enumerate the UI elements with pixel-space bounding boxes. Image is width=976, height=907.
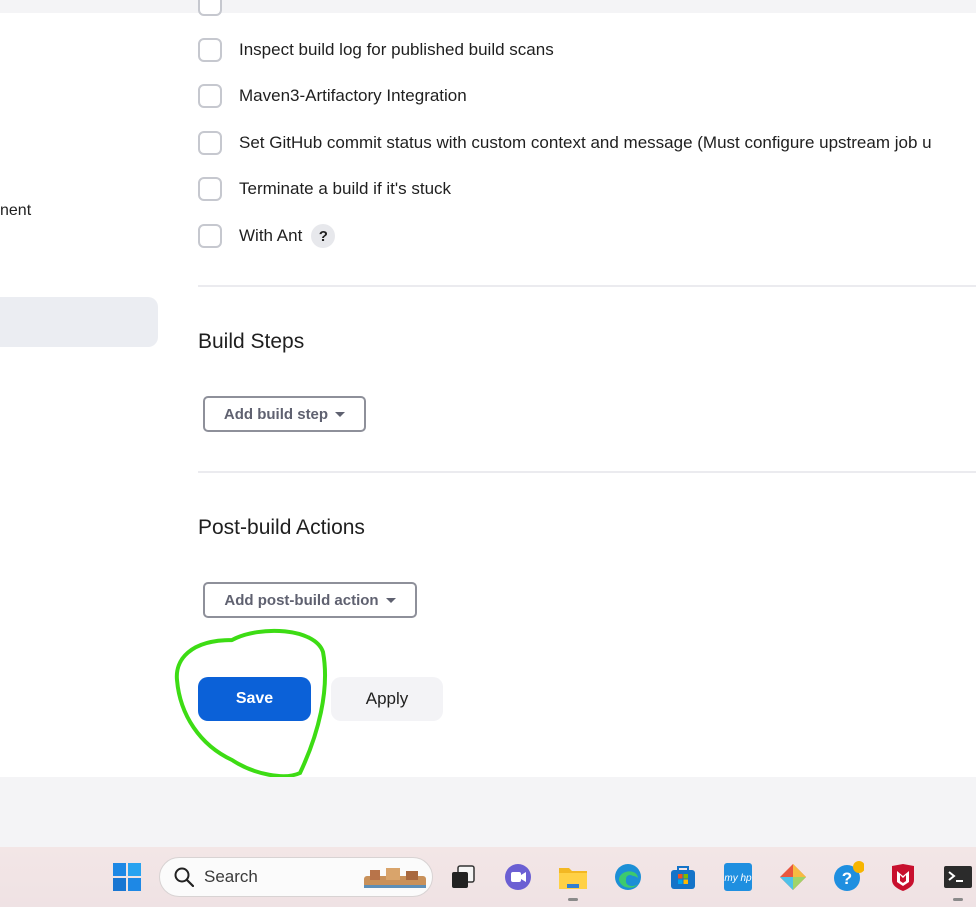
task-view-icon[interactable]	[447, 861, 479, 893]
help-icon[interactable]: ?	[311, 224, 336, 248]
sidebar-item-partial[interactable]: nent	[0, 202, 31, 220]
caret-down-icon	[335, 411, 346, 417]
svg-text:my hp: my hp	[724, 873, 752, 884]
option-partial[interactable]	[198, 0, 222, 18]
taskbar: Search my hp ?	[0, 847, 976, 907]
button-label: Add build step	[223, 405, 329, 423]
section-divider	[198, 285, 976, 287]
option-inspect-build-log[interactable]: Inspect build log for published build sc…	[198, 36, 554, 64]
option-github-commit-status[interactable]: Set GitHub commit status with custom con…	[198, 129, 932, 157]
add-post-build-action-button[interactable]: Add post-build action	[203, 582, 417, 618]
option-terminate-stuck-build[interactable]: Terminate a build if it's stuck	[198, 175, 451, 203]
edge-icon[interactable]	[612, 861, 644, 893]
option-label: With Ant	[239, 226, 303, 245]
page-footer	[0, 777, 976, 847]
post-build-actions-title: Post-build Actions	[198, 516, 365, 539]
top-strip	[0, 0, 976, 13]
mcafee-icon[interactable]	[887, 861, 919, 893]
apply-button[interactable]: Apply	[331, 677, 443, 721]
running-indicator	[568, 898, 578, 901]
terminal-icon[interactable]	[942, 861, 974, 901]
checkbox[interactable]	[198, 38, 222, 62]
running-indicator	[953, 898, 963, 901]
file-explorer-icon[interactable]	[557, 861, 589, 901]
search-icon	[174, 867, 194, 887]
option-label: Inspect build log for published build sc…	[239, 40, 554, 59]
option-with-ant[interactable]: With Ant ?	[198, 222, 336, 250]
windows-start-icon[interactable]	[111, 861, 143, 893]
help-app-icon[interactable]: ?	[832, 861, 864, 893]
sidebar-item-active[interactable]	[0, 297, 158, 347]
myhp-icon[interactable]: my hp	[722, 861, 754, 893]
svg-text:?: ?	[842, 869, 852, 888]
option-label: Terminate a build if it's stuck	[239, 179, 452, 198]
checkbox[interactable]	[198, 224, 222, 248]
teams-chat-icon[interactable]	[502, 861, 534, 893]
search-highlight-icon	[364, 868, 426, 888]
button-label: Add post-build action	[224, 591, 379, 609]
search-label: Search	[204, 867, 258, 886]
git-icon[interactable]	[777, 861, 809, 893]
option-maven3-artifactory[interactable]: Maven3-Artifactory Integration	[198, 82, 467, 110]
checkbox[interactable]	[198, 177, 222, 201]
build-steps-title: Build Steps	[198, 330, 305, 353]
section-divider	[198, 471, 976, 473]
option-label: Maven3-Artifactory Integration	[239, 86, 467, 105]
save-button[interactable]: Save	[198, 677, 311, 721]
add-build-step-button[interactable]: Add build step	[203, 396, 366, 432]
checkbox[interactable]	[198, 131, 222, 155]
checkbox[interactable]	[198, 84, 222, 108]
caret-down-icon	[385, 597, 396, 603]
checkbox[interactable]	[198, 0, 222, 16]
taskbar-search[interactable]: Search	[159, 857, 433, 897]
option-label: Set GitHub commit status with custom con…	[239, 133, 932, 152]
microsoft-store-icon[interactable]	[667, 861, 699, 893]
